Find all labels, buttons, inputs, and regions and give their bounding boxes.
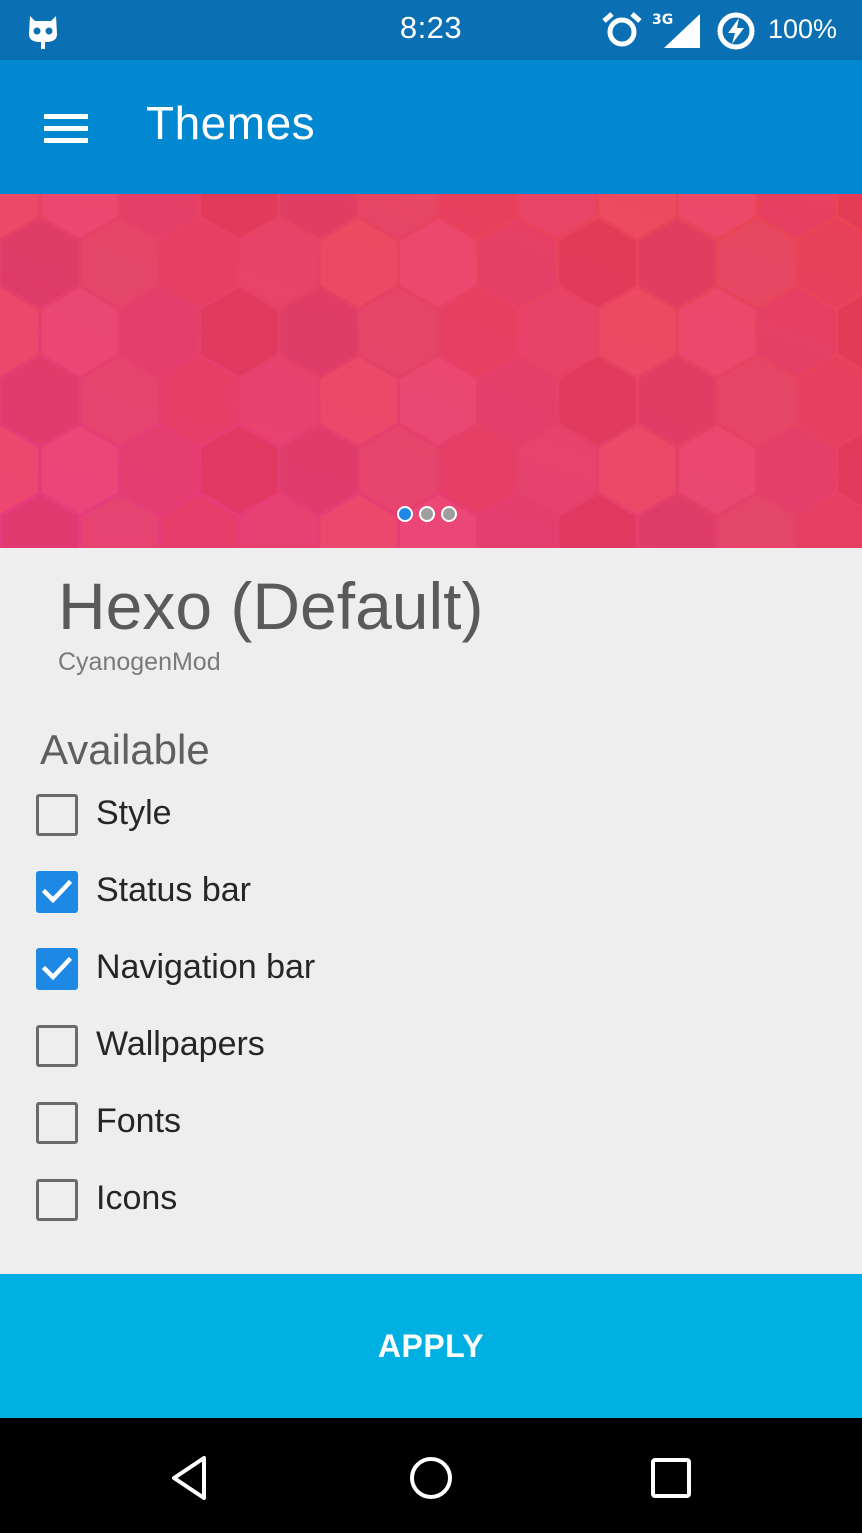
hamburger-menu-icon[interactable]: [34, 98, 100, 156]
hexagon-tile: [559, 357, 636, 445]
fonts-checkbox[interactable]: [36, 1102, 78, 1144]
hexagon-tile: [758, 288, 835, 376]
hexagon-tile: [679, 288, 756, 376]
hexagon-tile: [360, 426, 437, 514]
hexagon-tile: [718, 219, 795, 307]
hexagon-tile: [81, 357, 158, 445]
hexagon-tile: [599, 426, 676, 514]
hexagon-tile: [758, 426, 835, 514]
hexagon-tile: [479, 357, 556, 445]
signal-icon: [664, 14, 700, 48]
hexagon-tile: [320, 219, 397, 307]
hexagon-tile: [439, 288, 517, 376]
page-dot-3[interactable]: [441, 506, 457, 522]
option-label: Wallpapers: [96, 1025, 265, 1063]
option-style[interactable]: Style: [0, 776, 862, 853]
system-navigation-bar: [0, 1418, 862, 1533]
option-label: Icons: [96, 1179, 178, 1217]
theme-name: Hexo (Default): [58, 569, 484, 643]
hexagon-tile: [679, 426, 756, 514]
option-fonts[interactable]: Fonts: [0, 1084, 862, 1161]
hexagon-tile: [519, 426, 596, 514]
alarm-icon: [602, 12, 642, 47]
hexagon-tile: [479, 219, 556, 307]
hexagon-tile: [200, 426, 278, 514]
hexagon-tile: [798, 357, 862, 445]
hexagon-tile: [519, 288, 596, 376]
hexagon-tile: [639, 357, 716, 445]
option-label: Fonts: [96, 1102, 182, 1140]
preview-page-indicator: [397, 506, 457, 526]
option-label: Navigation bar: [96, 948, 316, 986]
hexagon-tile: [360, 288, 437, 376]
option-navigation-bar[interactable]: Navigation bar: [0, 930, 862, 1007]
hexagon-tile: [320, 357, 397, 445]
available-heading: Available: [40, 726, 210, 773]
theme-author: CyanogenMod: [58, 648, 221, 676]
hexagon-tile: [41, 426, 118, 514]
hexagon-tile: [161, 357, 238, 445]
status-bar-checkbox[interactable]: [36, 871, 78, 913]
battery-percent: 100%: [768, 14, 838, 44]
page-dot-1[interactable]: [397, 506, 413, 522]
hexagon-tile: [1, 219, 78, 307]
option-icons[interactable]: Icons: [0, 1161, 862, 1238]
hexagon-tile: [639, 219, 716, 307]
hexagon-tile: [400, 219, 477, 307]
option-wallpapers[interactable]: Wallpapers: [0, 1007, 862, 1084]
component-options-list: Style Status bar Navigation bar Wallpape…: [0, 776, 862, 1238]
hexagon-tile: [439, 426, 517, 514]
battery-charging-icon: [717, 12, 755, 50]
wallpapers-checkbox[interactable]: [36, 1025, 78, 1067]
page-dot-2[interactable]: [419, 506, 435, 522]
option-status-bar[interactable]: Status bar: [0, 853, 862, 930]
hexagon-tile: [240, 357, 317, 445]
theme-preview-image[interactable]: [0, 194, 862, 548]
hexagon-tile: [400, 357, 477, 445]
hexagon-tile: [798, 219, 862, 307]
icons-checkbox[interactable]: [36, 1179, 78, 1221]
hexagon-tile: [280, 288, 357, 376]
hexagon-tile: [121, 288, 198, 376]
style-checkbox[interactable]: [36, 794, 78, 836]
recents-icon[interactable]: [641, 1448, 701, 1508]
hexagon-pattern: [0, 194, 862, 548]
app-bar: Themes: [0, 60, 862, 194]
option-label: Status bar: [96, 871, 251, 909]
status-bar: 8:23 3G 100%: [0, 0, 862, 60]
hexagon-tile: [718, 357, 795, 445]
hexagon-tile: [599, 288, 676, 376]
apply-button[interactable]: APPLY: [0, 1274, 862, 1418]
option-label: Style: [96, 794, 172, 832]
navigation-bar-checkbox[interactable]: [36, 948, 78, 990]
hexagon-tile: [1, 357, 78, 445]
hexagon-tile: [280, 426, 357, 514]
hexagon-tile: [240, 219, 317, 307]
hexagon-tile: [200, 288, 278, 376]
home-icon[interactable]: [401, 1448, 461, 1508]
checkmark-icon: [41, 956, 73, 981]
hexagon-tile: [559, 219, 636, 307]
back-icon[interactable]: [160, 1448, 220, 1508]
checkmark-icon: [41, 879, 73, 904]
hexagon-tile: [81, 219, 158, 307]
page-title: Themes: [146, 97, 316, 149]
hexagon-tile: [161, 219, 238, 307]
hexagon-tile: [41, 288, 118, 376]
hexagon-tile: [121, 426, 198, 514]
